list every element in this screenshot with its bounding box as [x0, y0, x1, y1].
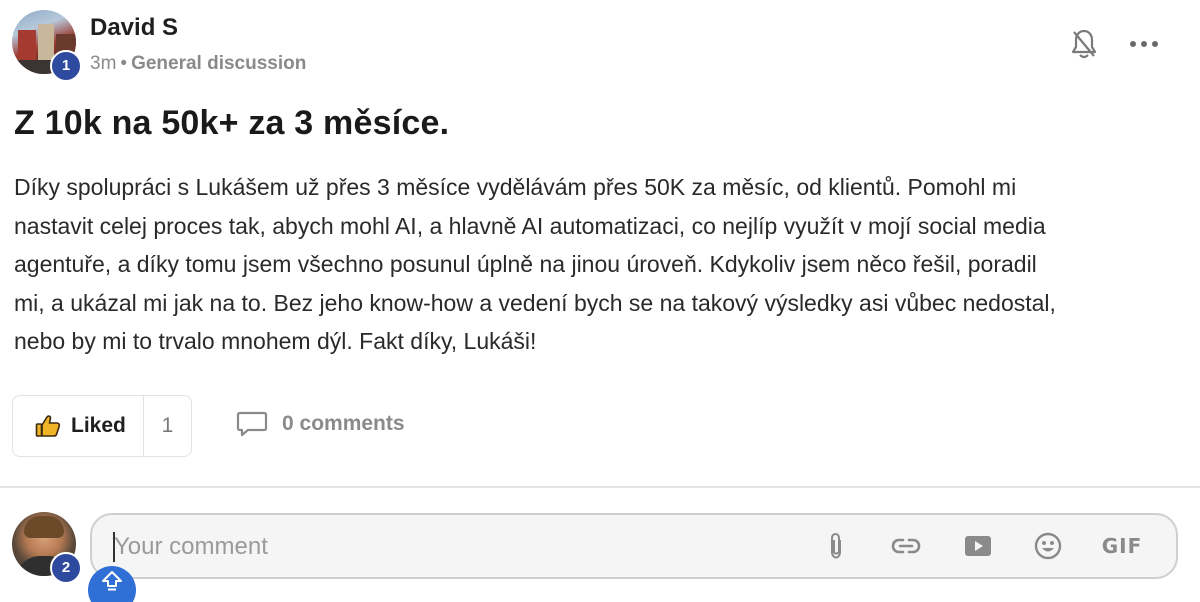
post-page: 1 David S 3m • General discussion Z 10k na…	[0, 0, 1200, 602]
text-caret	[113, 532, 115, 562]
post-title: Z 10k na 50k+ za 3 měsíce.	[14, 104, 450, 142]
emoji-icon[interactable]	[1032, 530, 1064, 562]
like-label: Liked	[71, 414, 126, 437]
arrow-up-icon	[102, 571, 122, 591]
more-options-icon[interactable]	[1126, 26, 1162, 62]
post-category[interactable]: General discussion	[131, 53, 306, 74]
bell-off-icon[interactable]	[1066, 26, 1102, 62]
like-button[interactable]: Liked 1	[12, 395, 192, 457]
post-body-line: Díky spolupráci s Lukášem už přes 3 měsí…	[14, 174, 1017, 200]
comments-button[interactable]: 0 comments	[236, 410, 405, 438]
comment-box[interactable]: GIF	[90, 513, 1178, 579]
thumbs-up-icon	[35, 415, 61, 437]
post-body-line: agentuře, a díky tomu jsem všechno posun…	[14, 251, 1037, 278]
like-toggle[interactable]: Liked	[13, 396, 144, 456]
author-level-badge: 1	[50, 50, 82, 82]
attachment-icon[interactable]	[820, 530, 852, 562]
comments-count-label: 0 comments	[282, 412, 405, 435]
post-meta: 3m • General discussion	[90, 53, 306, 75]
current-user-level-badge: 2	[50, 552, 82, 584]
post-body: Díky spolupráci s Lukášem už přes 3 měsí…	[14, 168, 1174, 361]
post-time: 3m	[90, 53, 117, 74]
gif-button[interactable]: GIF	[1100, 530, 1144, 562]
gif-label: GIF	[1101, 534, 1143, 558]
like-count[interactable]: 1	[144, 414, 191, 438]
post-body-line: nastavit celej proces tak, abych mohl AI…	[14, 212, 1046, 239]
meta-separator: •	[120, 53, 128, 74]
video-icon[interactable]	[962, 530, 994, 562]
comment-input[interactable]	[112, 527, 796, 567]
post-body-line: nebo by mi to trvalo mnohem dýl. Fakt dí…	[14, 328, 537, 355]
post-body-line: mi, a ukázal mi jak na to. Bez jeho know…	[14, 289, 1056, 316]
link-icon[interactable]	[890, 530, 922, 562]
comment-icon	[236, 411, 268, 437]
section-divider	[0, 486, 1200, 488]
author-name[interactable]: David S	[90, 14, 178, 42]
